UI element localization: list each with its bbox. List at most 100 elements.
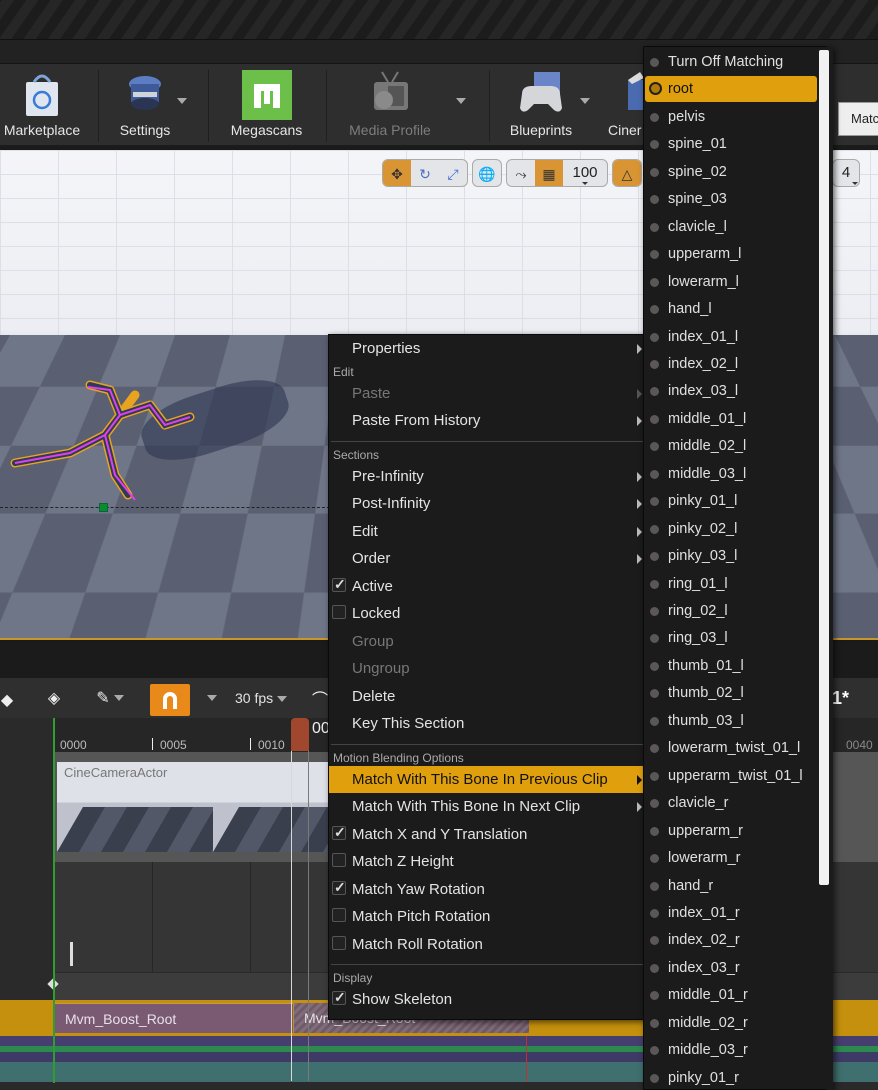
bone-item-middle-01-r[interactable]: middle_01_r <box>645 982 817 1008</box>
bone-item-middle-03-l[interactable]: middle_03_l <box>645 461 817 487</box>
menu-item-pre-infinity[interactable]: Pre-Infinity <box>329 463 645 490</box>
root-motion-marker[interactable] <box>99 503 108 512</box>
camera-speed-value[interactable]: 4 <box>833 160 859 186</box>
settings-dropdown-icon[interactable] <box>177 98 187 104</box>
bone-item-middle-02-r[interactable]: middle_02_r <box>645 1010 817 1036</box>
blueprints-button[interactable]: Blueprints <box>500 64 582 148</box>
megascans-button[interactable]: Megascans <box>220 64 313 148</box>
match-button[interactable]: Matc <box>838 102 878 136</box>
blueprints-dropdown-icon[interactable] <box>580 98 590 104</box>
bone-item-ring-01-l[interactable]: ring_01_l <box>645 571 817 597</box>
menu-item-match-with-this-bone-in-next-clip[interactable]: Match With This Bone In Next Clip <box>329 793 645 820</box>
bone-item-middle-03-r[interactable]: middle_03_r <box>645 1037 817 1063</box>
bone-item-lowerarm-l[interactable]: lowerarm_l <box>645 269 817 295</box>
bone-item-hand-l[interactable]: hand_l <box>645 296 817 322</box>
snap-dropdown-icon[interactable] <box>202 686 218 710</box>
bone-item-index-02-l[interactable]: index_02_l <box>645 351 817 377</box>
snap-magnet-button[interactable] <box>150 684 190 716</box>
menu-item-match-x-and-y-translation[interactable]: Match X and Y Translation <box>329 821 645 848</box>
checkbox-unchecked-icon[interactable] <box>332 853 346 867</box>
animation-clip[interactable]: Mvm_Boost_Root <box>55 1003 293 1033</box>
menu-item-edit[interactable]: Edit <box>329 518 645 545</box>
key-icon[interactable]: ◆ <box>0 688 14 712</box>
key-handle[interactable] <box>70 942 73 966</box>
bone-item-index-03-l[interactable]: index_03_l <box>645 378 817 404</box>
grid-snap-icon[interactable]: ▦ <box>535 160 563 186</box>
bone-item-spine-03[interactable]: spine_03 <box>645 186 817 212</box>
marketplace-button[interactable]: Marketplace <box>0 64 92 148</box>
bone-item-label: Turn Off Matching <box>668 54 784 70</box>
surface-snap-icon[interactable]: ⤳ <box>507 160 535 186</box>
menu-item-properties[interactable]: Properties <box>329 335 645 362</box>
bone-item-pinky-03-l[interactable]: pinky_03_l <box>645 543 817 569</box>
menu-item-match-with-this-bone-in-previous-clip[interactable]: Match With This Bone In Previous Clip <box>329 765 645 793</box>
checkbox-checked-icon[interactable] <box>332 989 346 1006</box>
rotation-snap-icon[interactable]: △ <box>613 160 641 186</box>
translate-mode-icon[interactable]: ✥ <box>383 160 411 186</box>
checkbox-checked-icon[interactable] <box>332 824 346 841</box>
bone-item-middle-01-l[interactable]: middle_01_l <box>645 406 817 432</box>
bone-item-ring-02-l[interactable]: ring_02_l <box>645 598 817 624</box>
bone-item-spine-02[interactable]: spine_02 <box>645 159 817 185</box>
bone-item-root[interactable]: root <box>645 76 817 103</box>
running-character-skeleton[interactable] <box>10 365 210 505</box>
grid-snap-value[interactable]: 100 <box>563 160 607 186</box>
curve-editor-icon[interactable]: ⌒ <box>312 686 328 710</box>
bone-item-index-01-r[interactable]: index_01_r <box>645 900 817 926</box>
radio-dot-icon <box>650 58 659 67</box>
bone-item-turn-off-matching[interactable]: Turn Off Matching <box>645 49 817 75</box>
settings-button[interactable]: Settings <box>105 64 185 148</box>
scale-mode-icon[interactable]: ⤢ <box>439 160 467 186</box>
menu-item-paste-from-history[interactable]: Paste From History <box>329 407 645 434</box>
bone-item-index-02-r[interactable]: index_02_r <box>645 927 817 953</box>
rotate-mode-icon[interactable]: ↻ <box>411 160 439 186</box>
menu-item-match-z-height[interactable]: Match Z Height <box>329 848 645 875</box>
bone-item-index-01-l[interactable]: index_01_l <box>645 324 817 350</box>
bone-item-thumb-03-l[interactable]: thumb_03_l <box>645 708 817 734</box>
bone-item-thumb-01-l[interactable]: thumb_01_l <box>645 653 817 679</box>
world-globe-icon[interactable]: 🌐 <box>473 160 501 186</box>
bone-item-ring-03-l[interactable]: ring_03_l <box>645 625 817 651</box>
bone-menu-scrollbar[interactable] <box>819 50 829 885</box>
bone-item-spine-01[interactable]: spine_01 <box>645 131 817 157</box>
bone-item-clavicle-l[interactable]: clavicle_l <box>645 214 817 240</box>
menu-item-match-yaw-rotation[interactable]: Match Yaw Rotation <box>329 876 645 903</box>
bone-item-pinky-01-r[interactable]: pinky_01_r <box>645 1065 817 1089</box>
menu-item-delete[interactable]: Delete <box>329 683 645 710</box>
menu-item-active[interactable]: Active <box>329 573 645 600</box>
menu-item-show-skeleton[interactable]: Show Skeleton <box>329 986 645 1013</box>
bone-item-hand-r[interactable]: hand_r <box>645 873 817 899</box>
bone-item-label: index_01_l <box>668 328 739 345</box>
bone-item-lowerarm-twist-01-l[interactable]: lowerarm_twist_01_l <box>645 735 817 761</box>
playhead-handle[interactable] <box>291 718 309 751</box>
menu-item-order[interactable]: Order <box>329 545 645 572</box>
media-profile-button[interactable]: Media Profile <box>335 64 445 148</box>
bone-item-upperarm-r[interactable]: upperarm_r <box>645 818 817 844</box>
bone-item-upperarm-twist-01-l[interactable]: upperarm_twist_01_l <box>645 763 817 789</box>
menu-item-key-this-section[interactable]: Key This Section <box>329 710 645 737</box>
menu-item-label: Paste <box>352 384 391 402</box>
menu-item-locked[interactable]: Locked <box>329 600 645 627</box>
checkbox-checked-icon[interactable] <box>332 576 346 593</box>
bone-item-thumb-02-l[interactable]: thumb_02_l <box>645 680 817 706</box>
menu-item-post-infinity[interactable]: Post-Infinity <box>329 490 645 517</box>
bone-item-pinky-01-l[interactable]: pinky_01_l <box>645 488 817 514</box>
bone-item-pelvis[interactable]: pelvis <box>645 104 817 130</box>
bone-item-upperarm-l[interactable]: upperarm_l <box>645 241 817 267</box>
checkbox-checked-icon[interactable] <box>332 879 346 896</box>
checkbox-unchecked-icon[interactable] <box>332 935 346 950</box>
menu-item-match-roll-rotation[interactable]: Match Roll Rotation <box>329 931 645 958</box>
auto-key-icon[interactable]: ◈ <box>40 686 68 710</box>
bone-item-lowerarm-r[interactable]: lowerarm_r <box>645 845 817 871</box>
media-profile-dropdown-icon[interactable] <box>456 98 466 104</box>
bone-item-pinky-02-l[interactable]: pinky_02_l <box>645 516 817 542</box>
bone-item-clavicle-r[interactable]: clavicle_r <box>645 790 817 816</box>
bone-item-index-03-r[interactable]: index_03_r <box>645 955 817 981</box>
frame-rate-dropdown[interactable]: 30 fps <box>235 690 288 706</box>
checkbox-unchecked-icon[interactable] <box>332 908 346 922</box>
checkbox-unchecked-icon[interactable] <box>332 605 346 619</box>
menu-item-match-pitch-rotation[interactable]: Match Pitch Rotation <box>329 903 645 930</box>
bone-item-middle-02-l[interactable]: middle_02_l <box>645 433 817 459</box>
playback-start-marker[interactable] <box>53 718 55 1083</box>
edit-pencil-icon[interactable]: ✎ <box>92 686 128 710</box>
